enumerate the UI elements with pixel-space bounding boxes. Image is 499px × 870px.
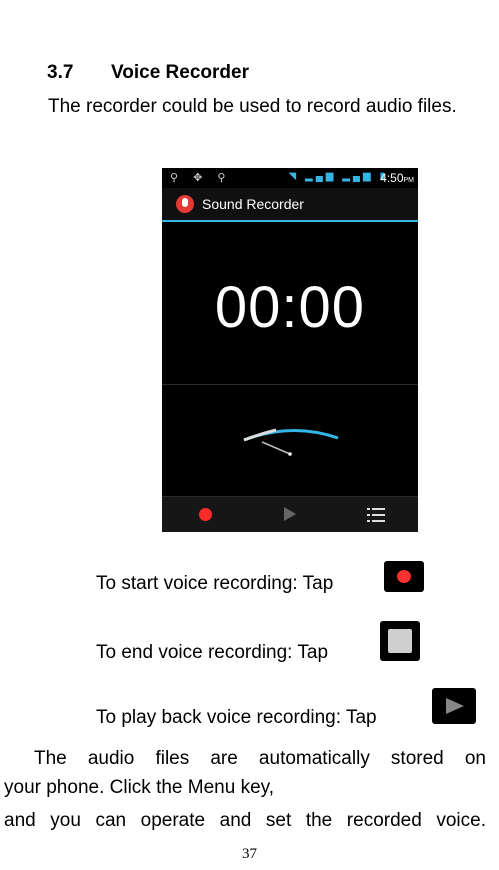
play-icon	[432, 688, 476, 724]
divider	[162, 384, 418, 385]
microphone-icon	[176, 195, 194, 213]
closing-line-2: your phone. Click the Menu key,	[4, 777, 275, 798]
instruction-end: To end voice recording: Tap	[96, 642, 329, 663]
vu-meter	[243, 428, 339, 456]
control-bar	[162, 496, 418, 532]
notification-icons: ⚲ ✥ ⚲	[170, 172, 232, 184]
record-icon	[384, 561, 424, 592]
closing-line-3: and you can operate and set the recorded…	[4, 810, 486, 831]
status-time: 4:50PM	[380, 171, 414, 185]
timer-display: 00:00	[214, 275, 366, 340]
list-icon[interactable]	[367, 508, 385, 522]
section-heading: 3.7 Voice Recorder	[47, 62, 249, 84]
instruction-start: To start voice recording: Tap	[96, 573, 334, 594]
phone-screenshot: ⚲ ✥ ⚲ ◥ ▂▄▆ ▂▄▆ ▮ 4:50PM Sound Recorder …	[162, 168, 418, 532]
page-number: 37	[242, 846, 257, 862]
intro-paragraph: The recorder could be used to record aud…	[48, 96, 457, 117]
section-title: Voice Recorder	[111, 62, 249, 83]
instruction-play: To play back voice recording: Tap	[96, 707, 377, 728]
signal-icons: ◥ ▂▄▆ ▂▄▆ ▮	[288, 171, 388, 182]
stop-icon	[380, 621, 420, 661]
app-title: Sound Recorder	[202, 196, 304, 212]
closing-line-1: The audio files are automatically stored…	[34, 748, 486, 769]
section-number: 3.7	[47, 62, 74, 83]
status-bar: ⚲ ✥ ⚲ ◥ ▂▄▆ ▂▄▆ ▮ 4:50PM	[162, 168, 418, 188]
play-icon[interactable]	[284, 507, 296, 521]
app-bar: Sound Recorder	[162, 188, 418, 222]
record-icon[interactable]	[199, 508, 212, 521]
